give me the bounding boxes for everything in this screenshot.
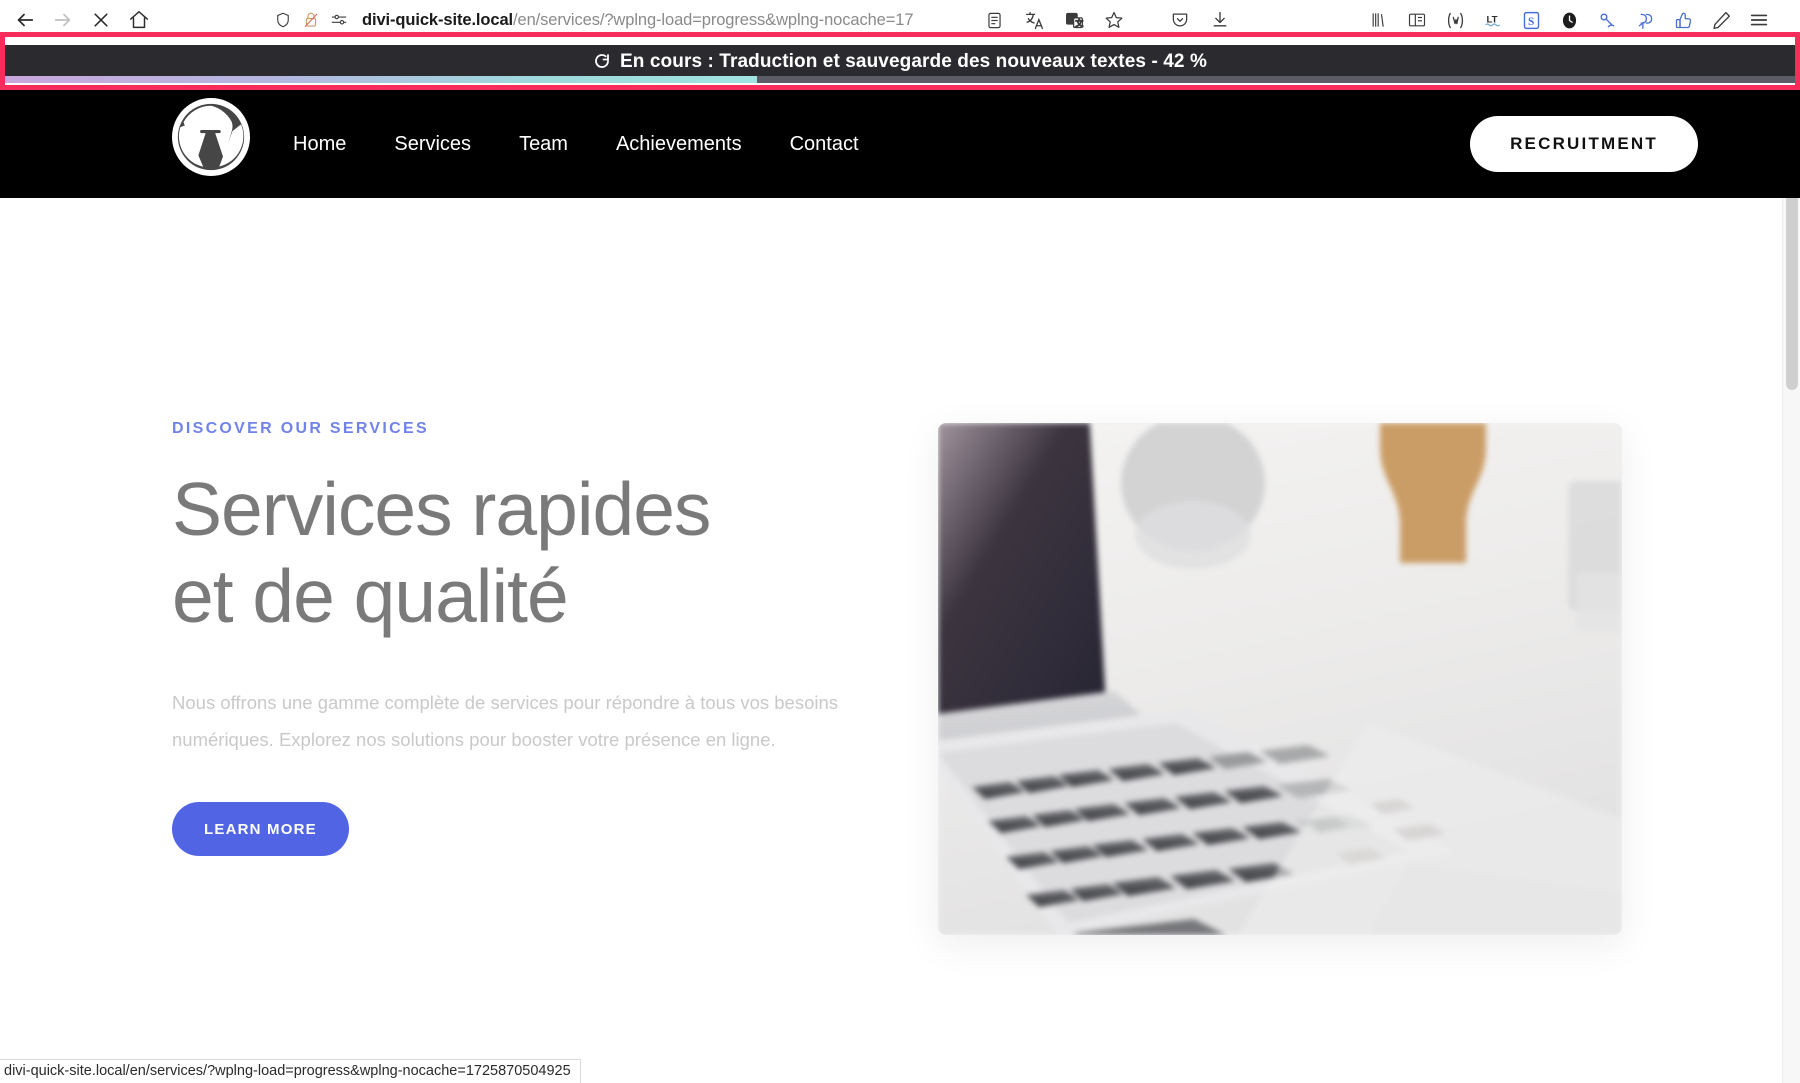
recruitment-button[interactable]: RECRUITMENT bbox=[1470, 116, 1698, 172]
hero-paragraph: Nous offrons une gamme complète de servi… bbox=[172, 692, 839, 750]
hero-eyebrow: DISCOVER OUR SERVICES bbox=[172, 420, 429, 437]
hero-section: DISCOVER OUR SERVICES Services rapides e… bbox=[0, 198, 1782, 1063]
svg-text:S: S bbox=[1528, 15, 1534, 27]
site-header: Home Services Team Achievements Contact … bbox=[0, 90, 1782, 198]
scrollbar-header-overlay bbox=[1782, 90, 1800, 198]
status-bar-link-preview: divi-quick-site.local/en/services/?wplng… bbox=[0, 1059, 581, 1083]
main-navigation: Home Services Team Achievements Contact bbox=[283, 90, 869, 198]
page-settings-icon[interactable] bbox=[326, 7, 352, 33]
learn-more-button[interactable]: LEARN MORE bbox=[172, 802, 349, 856]
url-path: /en/services/?wplng-load=progress&wplng-… bbox=[513, 10, 914, 29]
wordpress-logo-icon[interactable] bbox=[172, 98, 250, 176]
page-scrollbar[interactable] bbox=[1782, 90, 1800, 1083]
laptop-keyboard-photo bbox=[938, 423, 1622, 935]
progress-fill bbox=[5, 76, 757, 83]
progress-track bbox=[5, 76, 1795, 83]
hero-image bbox=[938, 423, 1622, 935]
svg-text:文: 文 bbox=[1075, 17, 1083, 27]
url-text[interactable]: divi-quick-site.local/en/services/?wplng… bbox=[362, 11, 913, 30]
shield-icon[interactable] bbox=[270, 7, 296, 33]
page-viewport: Home Services Team Achievements Contact … bbox=[0, 90, 1800, 1063]
nav-item-achievements[interactable]: Achievements bbox=[606, 129, 752, 160]
nav-item-home[interactable]: Home bbox=[283, 129, 356, 160]
url-host: divi-quick-site.local bbox=[362, 10, 514, 29]
page-title: Services rapides et de qualité bbox=[172, 467, 711, 638]
refresh-spinner-icon bbox=[593, 52, 611, 70]
translation-progress-label: En cours : Traduction et sauvegarde des … bbox=[620, 51, 1207, 72]
nav-item-contact[interactable]: Contact bbox=[780, 129, 869, 160]
nav-item-team[interactable]: Team bbox=[509, 129, 578, 160]
tracker-blocked-icon[interactable] bbox=[298, 7, 324, 33]
page-scrollbar-thumb[interactable] bbox=[1786, 180, 1798, 390]
translation-progress-bar-message: En cours : Traduction et sauvegarde des … bbox=[5, 45, 1795, 79]
hero-text-column: DISCOVER OUR SERVICES Services rapides e… bbox=[172, 420, 862, 856]
nav-item-services[interactable]: Services bbox=[384, 129, 481, 160]
translation-progress-text-wrap: En cours : Traduction et sauvegarde des … bbox=[593, 51, 1207, 73]
translation-progress-notice: En cours : Traduction et sauvegarde des … bbox=[0, 32, 1800, 90]
